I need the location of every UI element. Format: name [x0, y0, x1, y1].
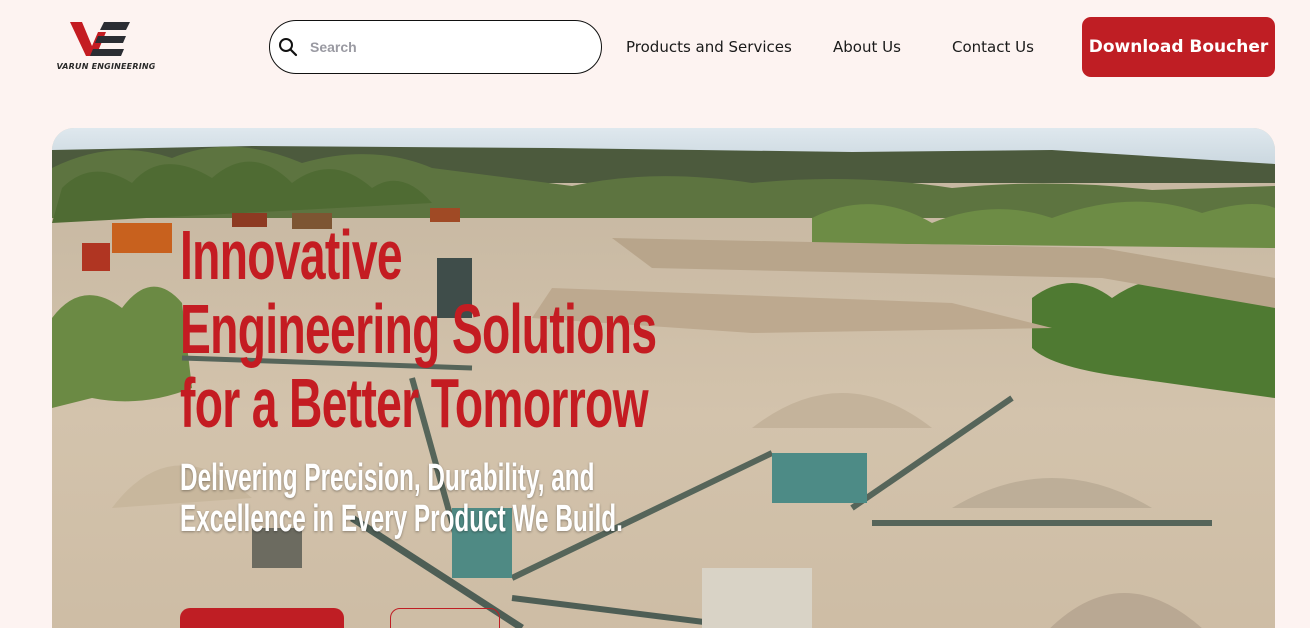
hero-title-line: for a Better Tomorrow	[180, 364, 649, 442]
nav-contact-us[interactable]: Contact Us	[952, 38, 1034, 56]
hero-primary-cta-button[interactable]	[180, 608, 344, 628]
hero-banner: Innovative Engineering Solutions for a B…	[52, 128, 1275, 628]
nav-products-and-services[interactable]: Products and Services	[626, 38, 792, 56]
site-header: VARUN ENGINEERING Products and Services …	[0, 0, 1310, 100]
hero-subtitle-line: Excellence in Every Product We Build.	[180, 498, 623, 540]
hero-title-line: Innovative	[180, 216, 403, 294]
ve-logo-icon	[70, 22, 130, 56]
search-bar[interactable]	[269, 20, 602, 74]
hero-title: Innovative Engineering Solutions for a B…	[180, 216, 657, 442]
hero-title-line: Engineering Solutions	[180, 290, 657, 368]
brand-logo[interactable]: VARUN ENGINEERING	[54, 18, 158, 74]
brand-name: VARUN ENGINEERING	[56, 62, 156, 71]
hero-secondary-cta-button[interactable]	[390, 608, 500, 628]
download-brochure-button[interactable]: Download Boucher	[1082, 17, 1275, 77]
search-icon[interactable]	[278, 37, 298, 57]
hero-subtitle: Delivering Precision, Durability, and Ex…	[180, 458, 641, 540]
nav-about-us[interactable]: About Us	[833, 38, 901, 56]
hero-subtitle-line: Delivering Precision, Durability, and	[180, 457, 595, 499]
search-input[interactable]	[310, 35, 590, 59]
